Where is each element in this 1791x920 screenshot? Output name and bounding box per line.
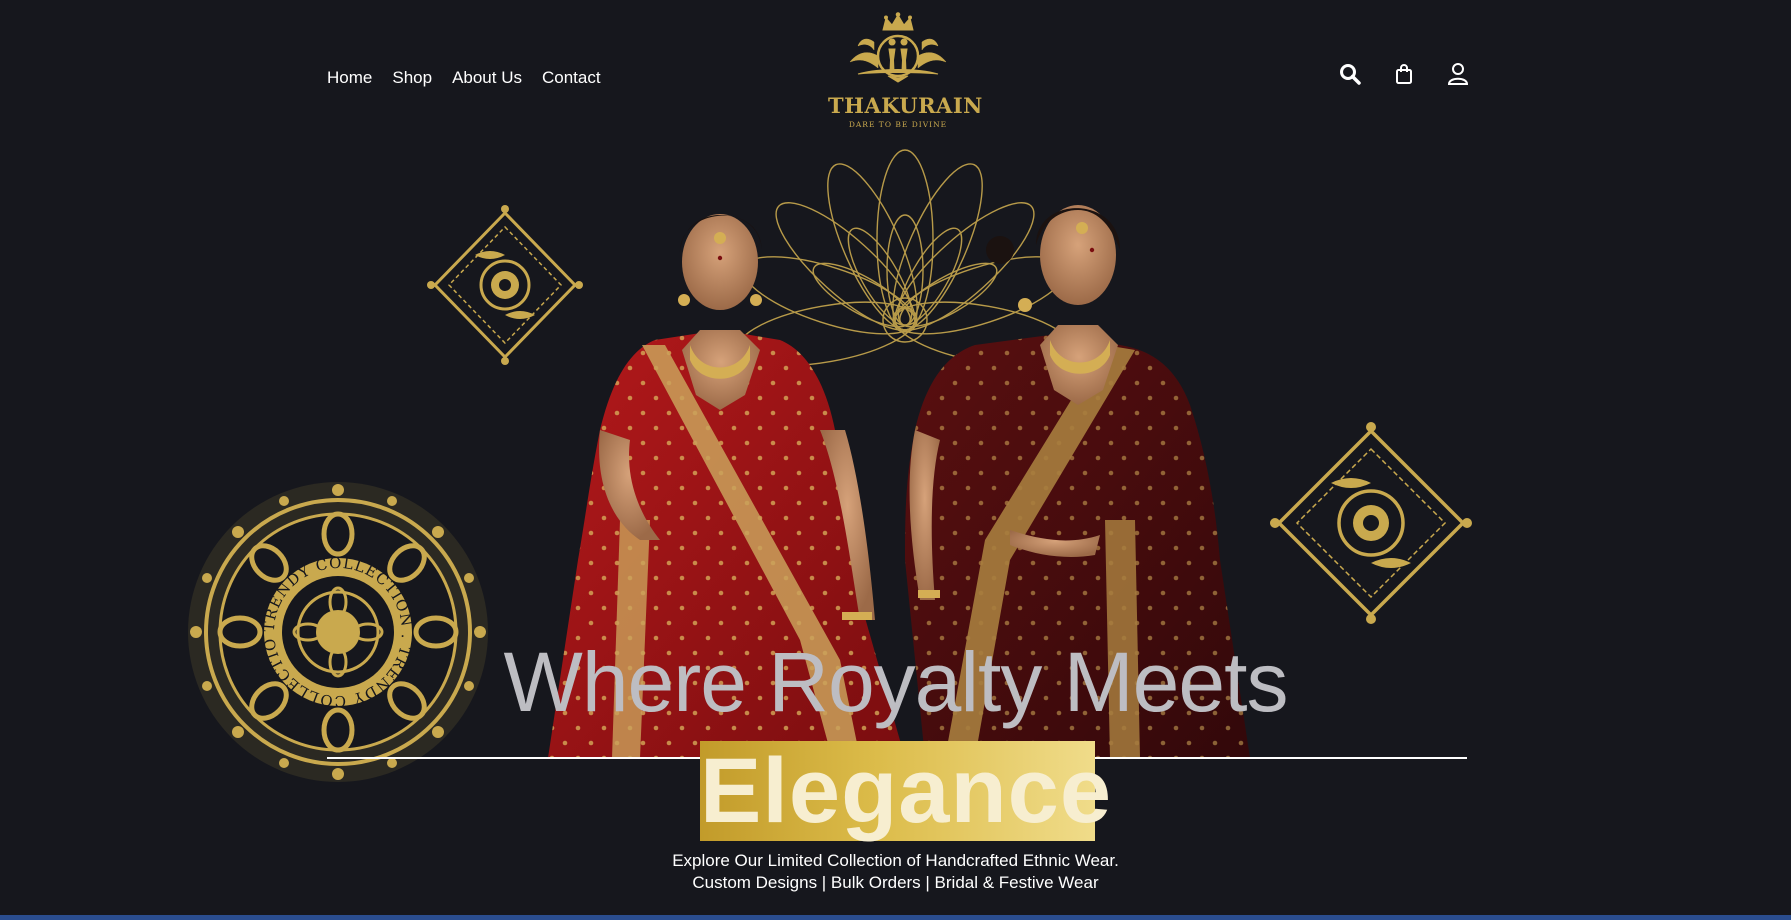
diamond-ornament-icon: [427, 205, 583, 365]
hero-subtitle-line1: Explore Our Limited Collection of Handcr…: [672, 851, 1119, 870]
hero-highlight-word: Elegance: [700, 740, 1112, 842]
bottom-accent-bar: [0, 915, 1791, 920]
hero-subtitle-line2: Custom Designs | Bulk Orders | Bridal & …: [692, 873, 1099, 892]
hero-headline: Where Royalty Meets: [503, 635, 1289, 729]
diamond-ornament-icon: [1270, 422, 1472, 624]
trendy-collection-medallion: TRENDY COLLECTION . TRENDY COLLECTION .: [188, 482, 488, 782]
